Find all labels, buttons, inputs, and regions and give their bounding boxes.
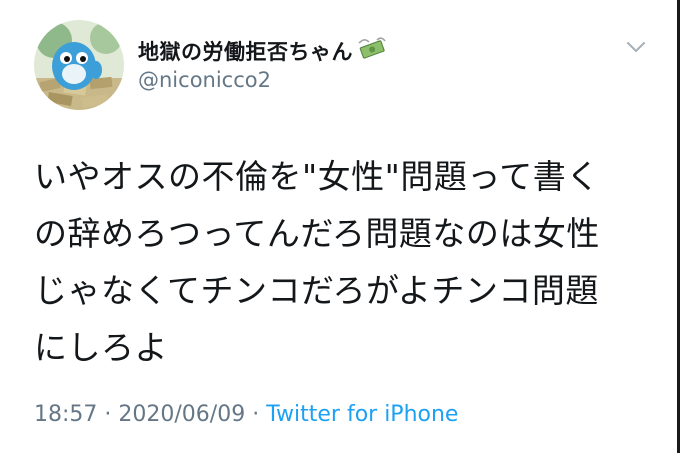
tweet-date[interactable]: 2020/06/09 (118, 402, 245, 427)
user-handle[interactable]: @niconicco2 (138, 68, 271, 92)
avatar[interactable] (34, 20, 124, 110)
tweet-text: いやオスの不倫を"女性"問題って書く の辞めろつってんだろ問題なのは女性 じゃな… (34, 148, 644, 376)
chevron-down-icon[interactable] (624, 38, 648, 56)
tweet-text-line: いやオスの不倫を"女性"問題って書く (34, 157, 600, 196)
tweet-text-line: の辞めろつってんだろ問題なのは女性 (34, 214, 600, 253)
display-name[interactable]: 地獄の労働拒否ちゃん (138, 36, 353, 66)
tweet-meta: 18:57 · 2020/06/09 · Twitter for iPhone (34, 402, 458, 427)
tweet-text-line: じゃなくてチンコだろがよチンコ問題 (34, 271, 599, 310)
meta-separator: · (252, 402, 267, 427)
money-with-wings-icon (357, 37, 387, 65)
meta-separator: · (104, 402, 119, 427)
tweet-source-link[interactable]: Twitter for iPhone (266, 402, 458, 427)
tweet-time[interactable]: 18:57 (34, 402, 97, 427)
tweet-text-line: にしろよ (34, 328, 168, 367)
display-name-row[interactable]: 地獄の労働拒否ちゃん (138, 36, 387, 66)
